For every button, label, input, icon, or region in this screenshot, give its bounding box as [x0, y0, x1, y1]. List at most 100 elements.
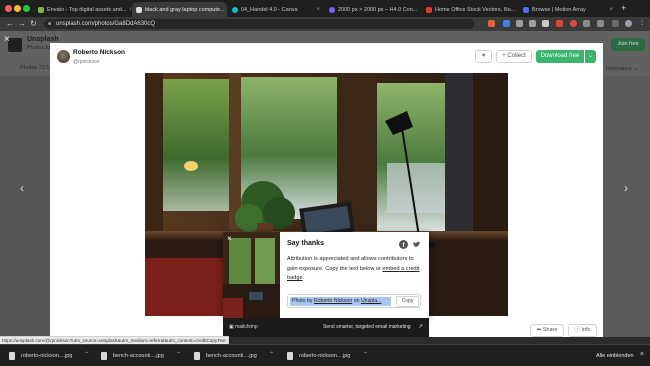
extension-icon[interactable] — [556, 20, 563, 27]
credit-text-box[interactable]: Photo by Roberto Nickson on Unspla... Co… — [287, 294, 421, 308]
downloads-bar: roberto-nickson....jpg ⌃ bench-accounti.… — [0, 344, 650, 366]
tab-close-icon[interactable]: × — [515, 7, 518, 13]
next-photo-icon[interactable]: › — [624, 181, 628, 195]
popup-thumbnail: × — [223, 232, 280, 318]
external-link-icon: ↗ — [418, 324, 424, 330]
new-tab-icon[interactable]: + — [621, 3, 626, 13]
extension-icon[interactable] — [583, 20, 590, 27]
menu-icon[interactable]: ⋮ — [639, 20, 646, 27]
download-filename: bench-accounti....jpg — [113, 353, 164, 359]
motion-array-icon — [523, 6, 529, 13]
close-window-icon[interactable] — [5, 5, 12, 12]
profile-avatar[interactable] — [625, 20, 632, 27]
reload-icon[interactable]: ↻ — [30, 19, 37, 28]
mailchimp-logo: ▣ mailchimp — [229, 324, 258, 330]
minimize-window-icon[interactable] — [14, 5, 21, 12]
popup-title: Say thanks — [287, 240, 324, 247]
extension-icon[interactable] — [516, 20, 523, 27]
file-icon — [9, 352, 15, 360]
download-button[interactable]: Download free — [536, 50, 584, 63]
tab-motion-array[interactable]: Browse | Motion Array × — [519, 2, 617, 17]
file-icon — [287, 352, 293, 360]
site-subtitle: Photos fo — [27, 45, 51, 51]
tab-close-icon[interactable]: × — [313, 7, 320, 13]
tab-close-icon[interactable]: × — [417, 7, 421, 13]
modal-close-icon[interactable]: × — [4, 34, 10, 45]
file-icon — [194, 352, 200, 360]
forward-icon[interactable]: → — [18, 19, 26, 28]
credit-prefix: Photo by — [292, 298, 314, 304]
download-item[interactable]: roberto-nickson....jpg — [9, 351, 72, 361]
extension-icon[interactable] — [488, 20, 495, 27]
credit-author-link[interactable]: Roberto Nickson — [314, 298, 352, 304]
stock-site-icon — [426, 6, 432, 13]
popup-body-end: . — [302, 275, 305, 281]
popup-body: Attribution is appreciated and allows co… — [287, 255, 423, 284]
share-button[interactable]: ➦ Share — [530, 324, 564, 337]
info-button[interactable]: ⓘ Info — [568, 324, 597, 337]
collect-button[interactable]: + Collect — [496, 50, 532, 63]
canva-icon — [329, 6, 335, 13]
download-options-button[interactable]: ⌄ — [585, 50, 596, 63]
tab-stock-vectors[interactable]: Home Office Stock Vectors, Illu... × — [422, 2, 518, 17]
extension-icon[interactable] — [529, 20, 536, 27]
chevron-up-icon[interactable]: ⌃ — [363, 351, 368, 358]
ad-text: Send smarter, targeted email marketing — [323, 324, 411, 330]
tab-title: Browse | Motion Array — [532, 6, 586, 13]
tab-unsplash-active[interactable]: black and gray laptop compute... × — [132, 2, 227, 17]
download-item[interactable]: bench-accounti....jpg — [194, 351, 257, 361]
background-grid — [0, 76, 50, 337]
tab-envato[interactable]: Envato - Top digital assets and... × — [34, 2, 131, 17]
show-all-downloads[interactable]: Alle einblenden — [596, 353, 634, 359]
facebook-icon[interactable]: f — [399, 240, 408, 249]
extension-icon[interactable] — [503, 20, 510, 27]
lock-icon: ■ — [48, 21, 52, 27]
extension-icon[interactable] — [612, 20, 619, 27]
back-icon[interactable]: ← — [6, 19, 14, 28]
author-handle[interactable]: @rpnickson — [73, 59, 99, 65]
download-item[interactable]: bench-accounti....jpg — [101, 351, 164, 361]
chevron-up-icon[interactable]: ⌃ — [84, 351, 89, 358]
credit-site-link[interactable]: Unspla... — [361, 298, 381, 304]
tab-title: Envato - Top digital assets and... — [47, 6, 127, 13]
unsplash-icon — [136, 6, 142, 13]
status-url: https://unsplash.com/@rpnickson?utm_sour… — [0, 336, 229, 344]
download-item[interactable]: roberto-nickson....jpg — [287, 351, 350, 361]
browser-tab-bar: Envato - Top digital assets and... × bla… — [0, 0, 650, 17]
chevron-up-icon[interactable]: ⌃ — [176, 351, 181, 358]
say-thanks-popup: × Say thanks f Attribution is appreciate… — [223, 232, 429, 318]
tab-title: Home Office Stock Vectors, Illu... — [435, 6, 516, 13]
tab-close-icon[interactable]: × — [126, 7, 131, 13]
download-filename: roberto-nickson....jpg — [299, 353, 351, 359]
join-button[interactable]: Join free — [611, 38, 645, 51]
twitter-icon[interactable] — [412, 240, 421, 249]
author-name[interactable]: Roberto Nickson — [73, 49, 125, 56]
tab-canva-design[interactable]: 2000 px × 2000 px – H4.0 Con... × — [325, 2, 421, 17]
chevron-up-icon[interactable]: ⌃ — [269, 351, 274, 358]
maximize-window-icon[interactable] — [23, 5, 30, 12]
browser-toolbar: ← → ↻ ■ unsplash.com/photos/Ga8DdA630cQ … — [0, 17, 650, 31]
like-button[interactable]: ♥ — [475, 50, 492, 63]
tab-close-icon[interactable]: × — [606, 7, 613, 13]
popup-close-icon[interactable]: × — [227, 234, 232, 243]
previous-photo-icon[interactable]: ‹ — [20, 181, 24, 195]
tab-close-icon[interactable]: × — [225, 7, 228, 13]
site-title: Unsplash — [27, 36, 59, 43]
tab-canva[interactable]: 04_Handel 4.0 - Canva × — [228, 2, 324, 17]
file-icon — [101, 352, 107, 360]
ad-banner[interactable]: ▣ mailchimp Send smarter, targeted email… — [223, 318, 429, 337]
avatar[interactable] — [57, 50, 70, 63]
relevance-dropdown[interactable]: Relevance ⌄ — [606, 66, 638, 72]
tab-title: 2000 px × 2000 px – H4.0 Con... — [338, 6, 418, 13]
extension-icon[interactable] — [542, 20, 549, 27]
copy-button[interactable]: Copy — [396, 296, 419, 307]
extension-icon[interactable] — [570, 20, 577, 27]
unsplash-logo — [8, 38, 22, 52]
photos-tab[interactable]: Photos 72.5 — [20, 65, 49, 71]
address-bar[interactable]: ■ unsplash.com/photos/Ga8DdA630cQ — [44, 19, 474, 29]
extension-icon[interactable] — [597, 20, 604, 27]
close-downloads-icon[interactable]: × — [640, 351, 644, 358]
download-filename: roberto-nickson....jpg — [21, 353, 73, 359]
credit-text[interactable]: Photo by Roberto Nickson on Unspla... — [290, 297, 391, 306]
tab-title: black and gray laptop compute... — [145, 6, 225, 13]
